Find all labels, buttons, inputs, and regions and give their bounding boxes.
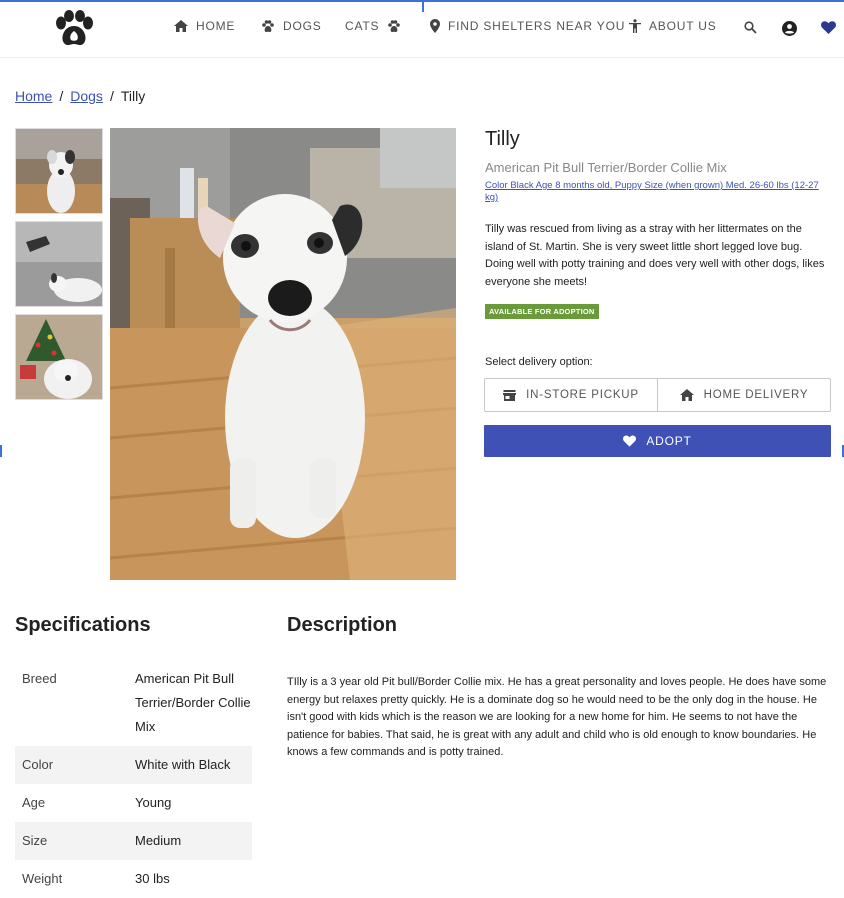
description-title: Description: [287, 614, 398, 636]
nav-about-us-label: ABOUT US: [649, 19, 717, 33]
in-store-pickup-button[interactable]: IN-STORE PICKUP: [485, 379, 657, 411]
account-icon[interactable]: [782, 21, 797, 36]
dog-photo: [110, 128, 456, 580]
spec-value: Young: [135, 795, 172, 810]
nav-home[interactable]: HOME: [174, 19, 235, 33]
spec-value: White with Black: [135, 757, 231, 772]
home-icon: [679, 389, 694, 401]
home-delivery-button[interactable]: HOME DELIVERY: [657, 379, 830, 411]
person-icon: [629, 19, 641, 33]
in-store-pickup-label: IN-STORE PICKUP: [526, 389, 639, 401]
nav-cats[interactable]: CATS: [345, 19, 401, 33]
spec-row: Size Medium: [15, 822, 252, 860]
spec-value: Medium: [135, 833, 182, 848]
nav-find-shelters-label: FIND SHELTERS NEAR YOU: [448, 19, 626, 33]
spec-row: Color White with Black: [15, 746, 252, 784]
nav-cats-label: CATS: [345, 19, 380, 33]
search-icon[interactable]: [744, 21, 757, 34]
breadcrumb-dogs-link[interactable]: Dogs: [70, 88, 103, 104]
spec-value: American Pit Bull Terrier/Border Collie …: [135, 671, 251, 734]
nav-find-shelters[interactable]: FIND SHELTERS NEAR YOU: [430, 19, 625, 33]
spec-key: Weight: [22, 871, 63, 886]
spec-value: 30 lbs: [135, 871, 170, 886]
dog-photo-thumbnail: [16, 315, 102, 399]
spec-key: Color: [22, 757, 54, 772]
breadcrumb-home-link[interactable]: Home: [15, 88, 52, 104]
description-body: TIlly is a 3 year old Pit bull/Border Co…: [287, 676, 827, 758]
paw-icon: [262, 19, 274, 32]
home-delivery-label: HOME DELIVERY: [703, 389, 809, 401]
status-badge: AVAILABLE FOR ADOPTION: [485, 304, 599, 319]
nav-dogs[interactable]: DOGS: [261, 19, 322, 33]
paw-icon: [388, 19, 401, 32]
delivery-option-label: Select delivery option:: [485, 356, 593, 368]
breadcrumb-separator: /: [59, 88, 64, 104]
frame-marker: [0, 445, 2, 457]
nav-dogs-label: DOGS: [283, 19, 322, 33]
pet-blurb: Tilly was rescued from living as a stray…: [485, 223, 825, 288]
thumbnail-2[interactable]: [15, 221, 103, 307]
spec-key: Age: [22, 795, 46, 810]
spec-row: Age Young: [15, 784, 252, 822]
spec-row: Breed American Pit Bull Terrier/Border C…: [15, 660, 252, 746]
thumbnail-3[interactable]: [15, 314, 103, 400]
pet-name: Tilly: [485, 128, 520, 150]
pet-breed: American Pit Bull Terrier/Border Collie …: [485, 160, 727, 175]
adopt-button[interactable]: ADOPT: [484, 425, 831, 457]
main-dog-photo: [110, 128, 456, 580]
spec-key: Size: [22, 833, 48, 848]
spec-key: Breed: [22, 671, 57, 686]
heart-icon: [623, 435, 637, 447]
dog-photo-thumbnail: [16, 222, 102, 306]
thumbnail-1[interactable]: [15, 128, 103, 214]
breadcrumb-current: Tilly: [120, 88, 146, 104]
nav-home-label: HOME: [196, 19, 236, 33]
specifications-table: Breed American Pit Bull Terrier/Border C…: [15, 660, 252, 898]
breadcrumb: Home / Dogs / Tilly: [15, 88, 145, 104]
specifications-title: Specifications: [15, 614, 151, 636]
location-pin-icon: [430, 19, 440, 33]
spec-row: Weight 30 lbs: [15, 860, 252, 898]
home-icon: [174, 20, 188, 32]
paw-logo-icon[interactable]: [52, 10, 96, 50]
site-header: HOME DOGS CATS FIND SHELTERS NEAR YOU AB…: [0, 2, 844, 58]
dog-photo-thumbnail: [16, 129, 102, 213]
breadcrumb-separator: /: [109, 88, 114, 104]
pet-attributes-link[interactable]: Color Black Age 8 months old, Puppy Size…: [485, 180, 830, 204]
delivery-toggle-group: IN-STORE PICKUP HOME DELIVERY: [484, 378, 831, 412]
heart-icon[interactable]: [821, 21, 836, 34]
adopt-button-label: ADOPT: [646, 434, 692, 448]
store-icon: [503, 389, 517, 401]
nav-about-us[interactable]: ABOUT US: [629, 19, 717, 33]
